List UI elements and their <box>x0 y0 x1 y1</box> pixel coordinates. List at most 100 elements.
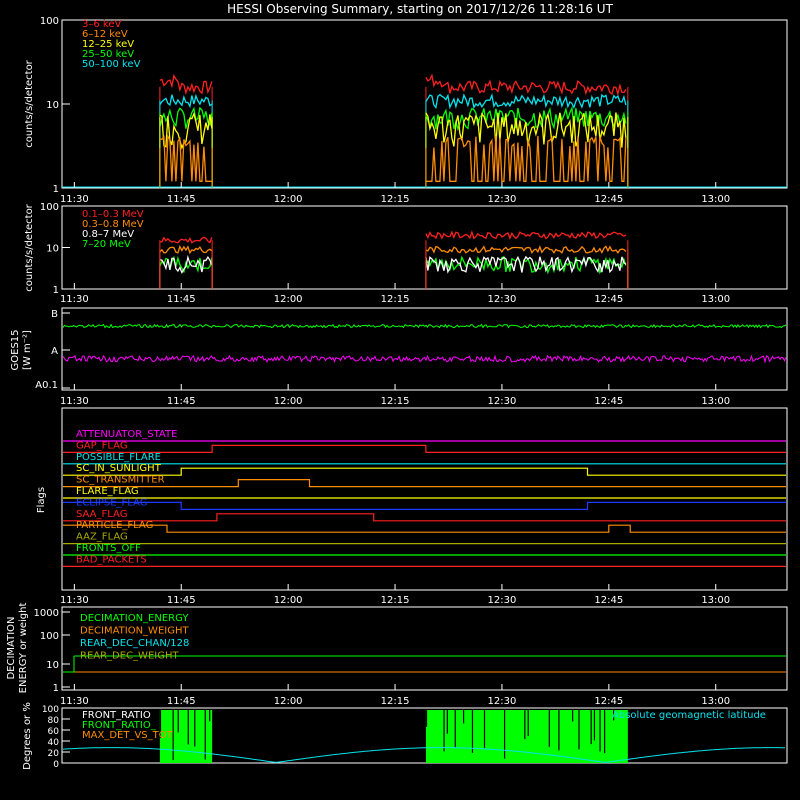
flag-line <box>63 479 786 488</box>
gap-mark <box>177 710 179 733</box>
x-tick-label: 12:30 <box>488 696 517 707</box>
series-line <box>425 92 627 110</box>
x-tick-label: 12:00 <box>274 194 303 205</box>
gap-mark <box>187 710 189 745</box>
gap-mark <box>454 710 456 748</box>
y-tick-label: 80 <box>48 716 60 726</box>
flag-label: FRONTS_OFF <box>76 543 141 554</box>
y-tick-label: 100 <box>40 631 59 642</box>
flag-label: SC_TRANSMITTER <box>76 475 165 486</box>
flag-line <box>63 501 786 510</box>
y-tick-label: A0.1 <box>35 380 58 391</box>
x-tick-label: 12:45 <box>594 696 623 707</box>
series-line <box>159 244 213 255</box>
legend-entry: DECIMATION_WEIGHT <box>80 626 189 637</box>
y-axis-label-2: ENERGY or weight <box>18 603 29 694</box>
y-axis-label-units: [W m⁻²] <box>22 330 33 370</box>
panel-goes <box>61 307 788 391</box>
gap-mark <box>204 710 206 760</box>
legend-entry: Absolute geomagnetic latitude <box>612 710 766 721</box>
gap-mark <box>443 710 445 752</box>
x-tick-label: 12:00 <box>274 595 303 606</box>
y-tick-label: 40 <box>48 738 60 748</box>
y-tick-label: 1 <box>53 184 59 195</box>
x-tick-label: 12:00 <box>274 294 303 305</box>
gap-mark <box>590 710 592 745</box>
series-line <box>425 245 627 255</box>
x-tick-label: 12:15 <box>381 595 410 606</box>
front-ratio-fill <box>425 710 628 763</box>
x-tick-label: 13:00 <box>701 194 730 205</box>
y-axis-label: counts/s/detector <box>24 203 35 291</box>
flag-label: ATTENUATOR_STATE <box>76 429 177 440</box>
x-tick-label: 11:45 <box>167 696 196 707</box>
x-tick-label: 11:45 <box>167 194 196 205</box>
y-tick-label: 0 <box>53 760 59 770</box>
series-line <box>62 354 787 364</box>
x-tick-label: 12:15 <box>381 396 410 407</box>
series-line <box>425 135 627 182</box>
y-axis-label: Degrees or % <box>22 702 33 770</box>
y-tick-label: 20 <box>48 749 60 759</box>
flag-line <box>63 524 786 533</box>
x-tick-label: 12:45 <box>594 194 623 205</box>
flag-label: BAD_PACKETS <box>76 554 147 565</box>
hessi-observing-summary: HESSI Observing Summary, starting on 201… <box>6 2 788 770</box>
legend-entry: 7–20 MeV <box>82 239 131 250</box>
gap-mark <box>578 710 580 750</box>
legend-entry: REAR_DEC_CHAN/128 <box>80 638 189 649</box>
series-line <box>159 93 213 109</box>
series-line <box>425 73 627 97</box>
x-tick-label: 12:30 <box>488 396 517 407</box>
x-tick-label: 12:45 <box>594 294 623 305</box>
gap-mark <box>558 710 560 751</box>
series-line <box>159 73 213 95</box>
x-tick-label: 13:00 <box>701 396 730 407</box>
x-tick-label: 12:45 <box>594 595 623 606</box>
chart-title: HESSI Observing Summary, starting on 201… <box>227 2 613 16</box>
gap-mark <box>209 710 211 722</box>
y-tick-label: 100 <box>40 16 59 27</box>
gap-mark <box>172 710 174 761</box>
flag-line <box>63 467 786 476</box>
legend-entry: MAX_DET_VS_TOT <box>82 730 174 741</box>
gap-mark <box>462 710 465 724</box>
flag-line <box>63 513 786 522</box>
y-axis-label: GOES15 <box>10 329 21 370</box>
series-line <box>159 254 213 274</box>
y-tick-label: 100 <box>40 202 59 213</box>
x-tick-label: 11:45 <box>167 294 196 305</box>
x-tick-label: 12:45 <box>594 396 623 407</box>
legend-entry: 50–100 keV <box>82 59 141 70</box>
flag-line <box>63 444 786 453</box>
gap-mark <box>604 710 606 754</box>
y-axis-label: counts/s/detector <box>24 59 35 147</box>
y-tick-label: 1 <box>53 683 59 694</box>
flag-label: SAA_FLAG <box>76 509 127 520</box>
gap-mark <box>425 710 428 727</box>
x-tick-label: 12:30 <box>488 294 517 305</box>
y-tick-label: 10 <box>46 100 59 111</box>
x-tick-label: 11:30 <box>60 696 89 707</box>
gap-mark <box>593 710 596 741</box>
gap-mark <box>599 710 601 752</box>
x-tick-label: 11:45 <box>167 595 196 606</box>
x-tick-label: 11:30 <box>60 396 89 407</box>
x-tick-label: 11:30 <box>60 595 89 606</box>
x-tick-label: 11:45 <box>167 396 196 407</box>
x-tick-label: 11:30 <box>60 194 89 205</box>
flag-label: SC_IN_SUNLIGHT <box>76 463 162 474</box>
series-line <box>159 236 213 244</box>
y-tick-label: 10 <box>46 244 59 255</box>
legend-entry: REAR_DEC_WEIGHT <box>80 651 179 662</box>
x-tick-label: 12:30 <box>488 194 517 205</box>
gap-mark <box>446 710 448 734</box>
x-tick-label: 12:00 <box>274 696 303 707</box>
gap-mark <box>548 710 550 747</box>
gap-mark <box>527 710 529 737</box>
series-line <box>62 323 787 329</box>
gap-mark <box>194 710 196 747</box>
x-tick-label: 13:00 <box>701 595 730 606</box>
x-tick-label: 12:15 <box>381 294 410 305</box>
y-tick-label: 100 <box>42 705 59 715</box>
